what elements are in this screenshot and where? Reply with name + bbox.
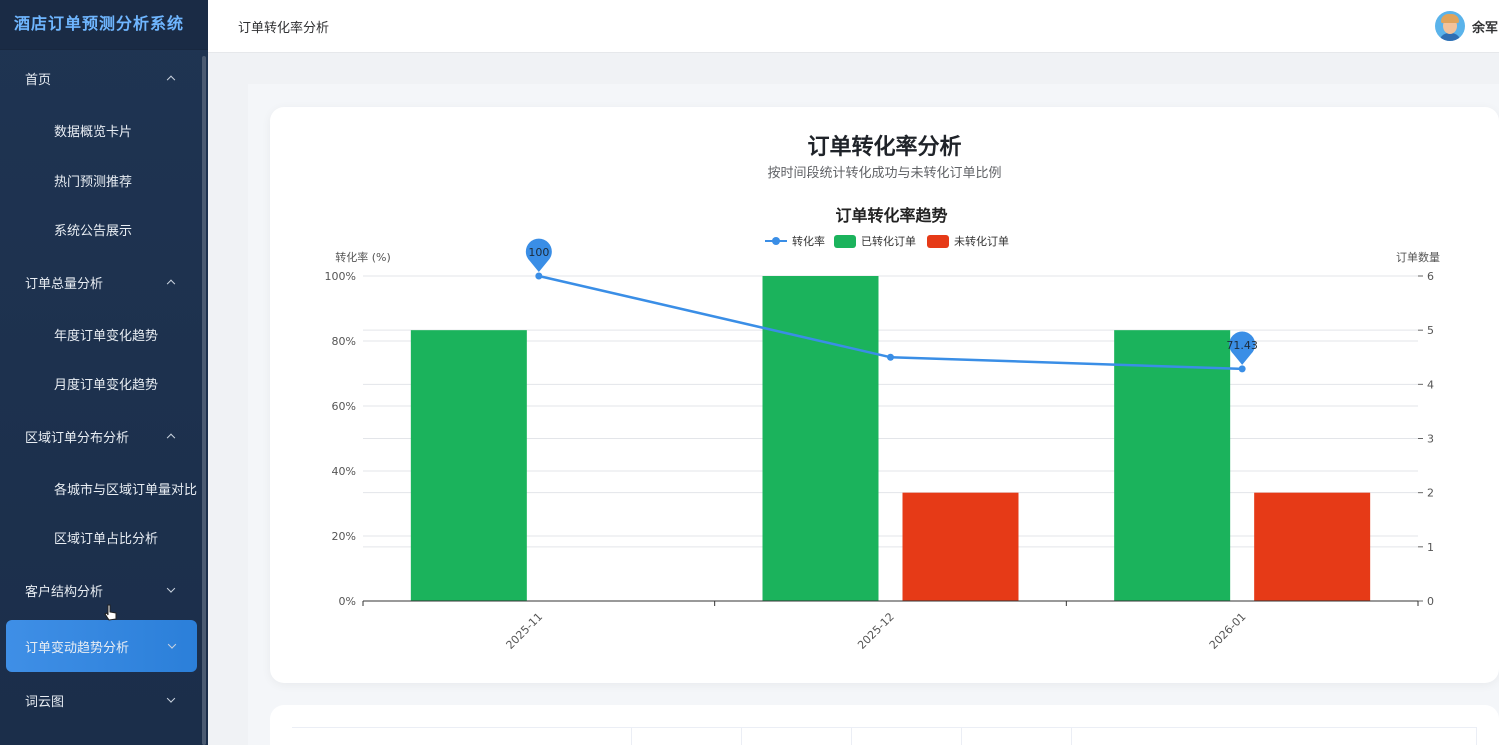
y-left-tick-label: 100% [325,270,356,283]
bar-converted [762,276,879,601]
bar-converted [1114,330,1231,601]
table-header: 时间段总订单数已转化订单未转化订单转化率转化趋势 [292,727,1477,745]
sidebar-item-label: 年度订单变化趋势 [54,328,159,344]
sidebar-item-3[interactable]: 系统公告展示 [0,205,204,253]
table-header-cell: 时间段 [292,728,632,745]
x-tick-label: 2025-12 [855,610,897,652]
mouse-cursor-icon [104,604,117,621]
user-menu[interactable]: 余军 [1435,11,1499,41]
table-header-cell[interactable]: 转化率 [962,728,1072,745]
table-header-cell[interactable]: 未转化订单 [852,728,962,745]
top-header: 订单转化率分析 余军 [208,0,1499,53]
sidebar-item-label: 各城市与区域订单量对比 [54,482,198,498]
sidebar-item-label: 系统公告展示 [54,223,133,239]
sidebar-item-label: 数据概览卡片 [54,124,133,140]
y-left-tick-label: 20% [332,530,356,543]
y-left-tick-label: 60% [332,400,356,413]
y-left-tick-label: 40% [332,465,356,478]
sidebar-item-label: 月度订单变化趋势 [54,377,159,393]
x-tick-label: 2025-11 [504,610,546,652]
y-left-tick-label: 0% [339,595,356,608]
legend-line-marker [772,237,780,245]
sidebar-item-5[interactable]: 年度订单变化趋势 [0,310,204,358]
marker-label: 71.43 [1226,339,1258,352]
chart-card: 订单转化率分析 按时间段统计转化成功与未转化订单比例 订单转化率趋势 转化率 已转化… [270,107,1499,683]
chevron-up-icon [166,279,176,289]
legend-bar-swatch [834,235,856,248]
y-right-tick-label: 1 [1427,541,1434,554]
sidebar-item-11[interactable]: 订单变动趋势分析 [6,620,197,672]
sidebar-item-2[interactable]: 热门预测推荐 [0,156,204,204]
chevron-down-icon [166,584,176,593]
sidebar-item-label: 词云图 [25,694,65,710]
username[interactable]: 余军 [1472,17,1499,36]
sidebar-item-label: 热门预测推荐 [54,174,133,190]
table-card: 时间段总订单数已转化订单未转化订单转化率转化趋势 [270,705,1499,745]
sidebar-item-label: 区域订单分布分析 [25,430,130,446]
sidebar-item-label: 订单总量分析 [25,276,104,292]
bar-converted [410,330,527,601]
sidebar-item-12[interactable]: 词云图 [0,676,204,724]
legend-label: 已转化订单 [861,234,916,248]
rate-point [1238,365,1246,373]
sidebar-scrollbar[interactable] [202,56,206,745]
sidebar-item-label: 区域订单占比分析 [54,531,159,547]
app-logo-title: 酒店订单预测分析系统 [0,0,208,50]
y-right-tick-label: 2 [1427,487,1434,500]
y-right-tick-label: 0 [1427,595,1434,608]
sidebar-item-0[interactable]: 首页 [0,54,204,102]
sidebar-item-label: 首页 [25,72,52,88]
legend-bar-swatch [927,235,949,248]
bar-unconverted [902,492,1019,601]
rate-point [887,353,894,361]
rate-point [535,272,543,280]
y-left-axis-label: 转化率 (%) [335,250,391,264]
chevron-down-icon [166,694,176,703]
sidebar-item-8[interactable]: 各城市与区域订单量对比 [0,464,204,512]
sidebar-item-4[interactable]: 订单总量分析 [0,258,204,306]
sidebar-item-label: 客户结构分析 [25,584,104,600]
sidebar: 酒店订单预测分析系统 首页数据概览卡片 热门预测推荐 系统公告展示订单总量分析年度订… [0,0,208,745]
sidebar-item-6[interactable]: 月度订单变化趋势 [0,359,204,407]
sidebar-item-9[interactable]: 区域订单占比分析 [0,513,204,561]
legend-label: 转化率 [792,234,825,248]
y-left-tick-label: 80% [332,335,356,348]
legend-label: 未转化订单 [954,234,1009,248]
chevron-down-icon [167,640,177,649]
x-tick-label: 2026-01 [1207,610,1249,652]
sidebar-item-1[interactable]: 数据概览卡片 [0,106,204,154]
y-right-tick-label: 5 [1427,324,1434,337]
bar-unconverted [1254,492,1371,601]
breadcrumb: 订单转化率分析 [238,21,330,36]
chevron-up-icon [166,75,176,85]
y-right-tick-label: 6 [1427,270,1434,283]
chevron-up-icon [166,433,176,443]
sidebar-item-label: 订单变动趋势分析 [25,640,130,656]
avatar[interactable] [1435,11,1465,41]
y-right-tick-label: 4 [1427,378,1434,391]
y-right-tick-label: 3 [1427,433,1434,446]
marker-label: 100 [528,246,549,259]
table-header-cell[interactable]: 已转化订单 [742,728,852,745]
table-header-cell[interactable]: 总订单数 [632,728,742,745]
y-right-axis-label: 订单数量 [1396,251,1440,264]
chart-title: 订单转化率趋势 [835,206,947,225]
sidebar-item-7[interactable]: 区域订单分布分析 [0,412,204,460]
table-header-cell: 转化趋势 [1072,728,1477,745]
sidebar-item-10[interactable]: 客户结构分析 [0,566,204,614]
conversion-chart: 订单转化率趋势转化率 已转化订单 未转化订单转化率 (%) 订单数量01234560%… [325,206,1440,652]
